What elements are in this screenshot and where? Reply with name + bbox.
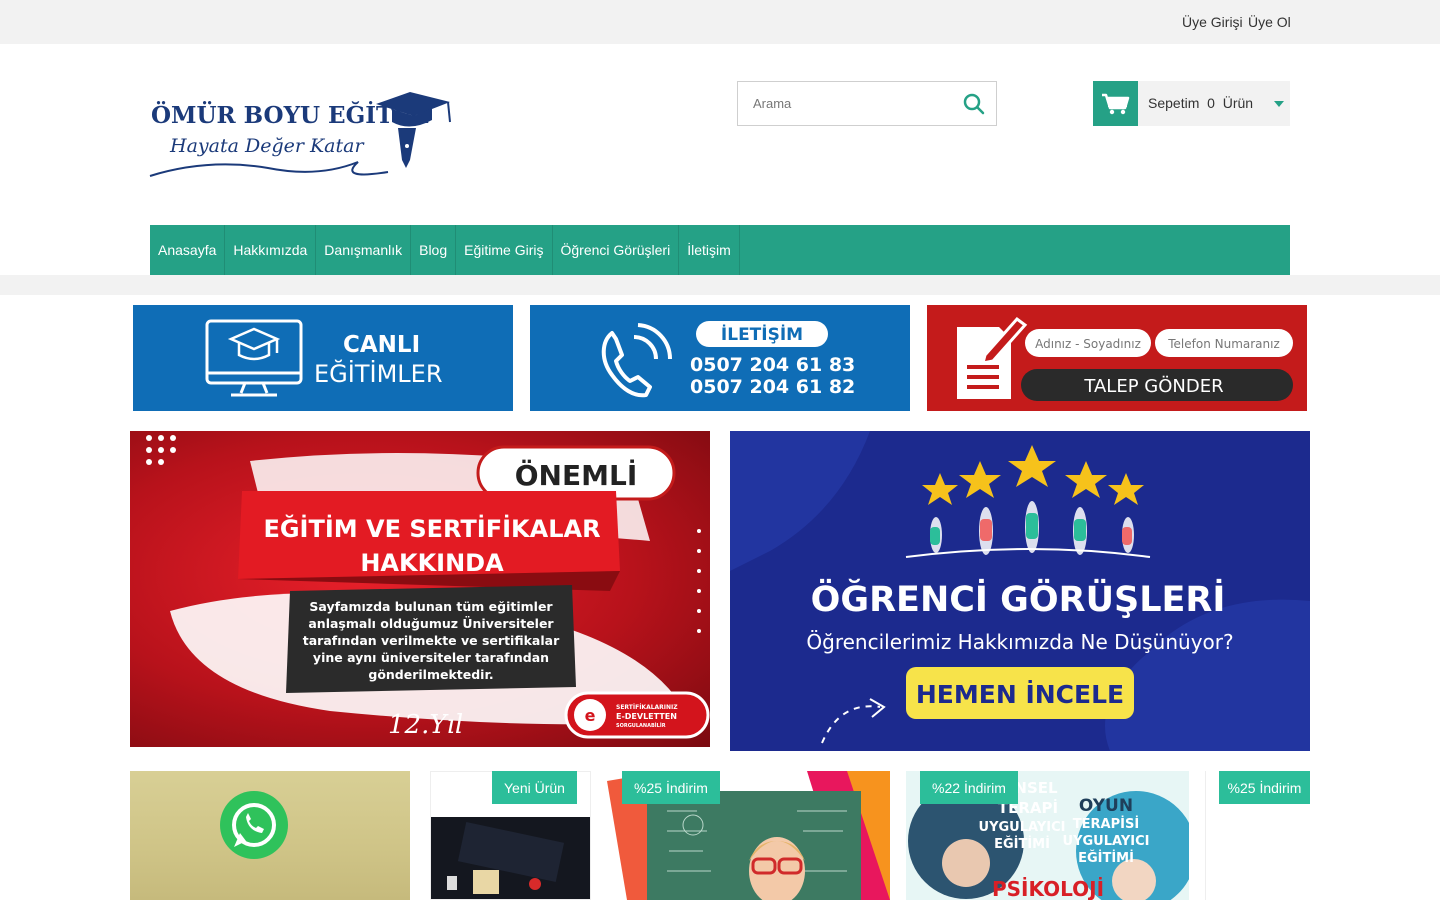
svg-text:NSEL: NSEL bbox=[1014, 779, 1058, 797]
cart-unit: Ürün bbox=[1222, 95, 1254, 111]
promo-body-line1: Sayfamızda bulunan tüm eğitimler bbox=[309, 599, 553, 614]
top-bar: Üye Girişi Üye Ol bbox=[0, 0, 1440, 44]
search-box bbox=[737, 81, 997, 126]
nav-item-about[interactable]: Hakkımızda bbox=[225, 225, 317, 275]
search-input[interactable] bbox=[738, 82, 953, 125]
site-logo[interactable]: ÖMÜR BOYU EĞİTİM Hayata Değer Katar bbox=[148, 88, 454, 184]
promo-title-line1: EĞİTİM VE SERTİFİKALAR bbox=[263, 513, 600, 543]
request-field-phone: Telefon Numaranız bbox=[1167, 337, 1280, 351]
whatsapp-icon[interactable] bbox=[220, 791, 288, 859]
search-icon[interactable] bbox=[962, 92, 986, 116]
svg-text:SERTİFİKALARINIZ: SERTİFİKALARINIZ bbox=[616, 704, 678, 711]
request-banner[interactable]: Adınız - Soyadınız Telefon Numaranız TAL… bbox=[927, 305, 1307, 411]
promo-body-line3: tarafından verilmekte ve sertifikalar bbox=[303, 633, 560, 648]
nav-item-contact[interactable]: İletişim bbox=[679, 225, 740, 275]
nav-item-home[interactable]: Anasayfa bbox=[150, 225, 226, 275]
student-reviews-promo-banner[interactable]: ÖĞRENCİ GÖRÜŞLERİ Öğrencilerimiz Hakkımı… bbox=[730, 431, 1310, 751]
cart-count: 0 bbox=[1207, 95, 1215, 111]
graduation-cap-icon bbox=[376, 92, 451, 168]
svg-text:OYUN: OYUN bbox=[1079, 796, 1133, 816]
svg-text:e: e bbox=[585, 706, 596, 725]
cart-summary: Sepetim 0 Ürün bbox=[1148, 95, 1253, 111]
certificates-promo-banner[interactable]: ÖNEMLİ EĞİTİM VE SERTİFİKALAR HAKKINDA S… bbox=[130, 431, 710, 747]
stars-people-illustration bbox=[905, 445, 1151, 558]
e-devlet-seal: e SERTİFİKALARINIZ E-DEVLETTEN SORGULANA… bbox=[564, 691, 710, 739]
svg-text:UYGULAYICI: UYGULAYICI bbox=[1063, 834, 1150, 849]
badge-discount-3: %25 İndirim bbox=[1219, 771, 1310, 804]
nav-item-education[interactable]: Eğitime Giriş bbox=[456, 225, 553, 275]
product-card-whatsapp[interactable] bbox=[130, 771, 410, 900]
svg-text:UYGULAYICI: UYGULAYICI bbox=[979, 820, 1066, 835]
nav-item-reviews[interactable]: Öğrenci Görüşleri bbox=[553, 225, 680, 275]
live-courses-banner[interactable]: CANLI EĞİTİMLER bbox=[133, 305, 513, 411]
contact-phone-2: 0507 204 61 82 bbox=[690, 376, 855, 398]
svg-text:SORGULANABİLİR: SORGULANABİLİR bbox=[616, 722, 666, 729]
badge-discount-2: %22 İndirim bbox=[920, 771, 1018, 804]
svg-text:PSİKOLOJİ: PSİKOLOJİ bbox=[992, 877, 1104, 900]
cart-button[interactable]: Sepetim 0 Ürün bbox=[1093, 81, 1290, 126]
reviews-subtitle: Öğrencilerimiz Hakkımızda Ne Düşünüyor? bbox=[806, 630, 1233, 654]
main-nav: Anasayfa Hakkımızda Danışmanlık Blog Eği… bbox=[150, 225, 1290, 275]
register-link[interactable]: Üye Ol bbox=[1248, 14, 1291, 30]
divider-band bbox=[0, 275, 1440, 295]
live-banner-line2: EĞİTİMLER bbox=[314, 358, 443, 388]
login-link[interactable]: Üye Girişi bbox=[1182, 14, 1243, 30]
contact-banner[interactable]: İLETİŞİM 0507 204 61 83 0507 204 61 82 bbox=[530, 305, 910, 411]
promo-title-line2: HAKKINDA bbox=[360, 549, 504, 577]
logo-slogan: Hayata Değer Katar bbox=[169, 135, 365, 157]
chevron-down-icon bbox=[1274, 101, 1284, 107]
nav-item-consulting[interactable]: Danışmanlık bbox=[316, 225, 412, 275]
badge-discount-1: %25 İndirim bbox=[622, 771, 720, 804]
promo-body-line4: yine aynı üniversiteler tarafından bbox=[313, 650, 549, 665]
contact-banner-title: İLETİŞİM bbox=[721, 323, 803, 345]
cart-label: Sepetim bbox=[1148, 95, 1200, 111]
promo-body-line2: anlaşmalı olduğumuz Üniversiteler bbox=[308, 616, 554, 631]
request-submit-label: TALEP GÖNDER bbox=[1083, 375, 1223, 397]
svg-text:EĞİTİMİ: EĞİTİMİ bbox=[994, 836, 1050, 852]
badge-new-product: Yeni Ürün bbox=[492, 771, 577, 804]
contact-phone-1: 0507 204 61 83 bbox=[690, 354, 855, 376]
reviews-cta-label: HEMEN İNCELE bbox=[916, 679, 1124, 709]
svg-text:EĞİTİMİ: EĞİTİMİ bbox=[1078, 850, 1134, 866]
cart-icon bbox=[1093, 81, 1138, 126]
live-banner-line1: CANLI bbox=[343, 332, 420, 358]
promo-year: 12.Yıl bbox=[388, 710, 463, 740]
phone-icon bbox=[601, 323, 673, 398]
request-field-name: Adınız - Soyadınız bbox=[1035, 337, 1141, 351]
form-pen-icon bbox=[957, 316, 1028, 399]
monitor-graduation-icon bbox=[205, 319, 303, 397]
nav-item-blog[interactable]: Blog bbox=[411, 225, 457, 275]
promo-tag: ÖNEMLİ bbox=[515, 458, 638, 492]
svg-text:TERAPİSİ: TERAPİSİ bbox=[1073, 816, 1139, 832]
svg-text:E-DEVLETTEN: E-DEVLETTEN bbox=[616, 712, 677, 721]
promo-body-line5: gönderilmektedir. bbox=[368, 667, 493, 682]
reviews-title: ÖĞRENCİ GÖRÜŞLERİ bbox=[811, 578, 1226, 620]
